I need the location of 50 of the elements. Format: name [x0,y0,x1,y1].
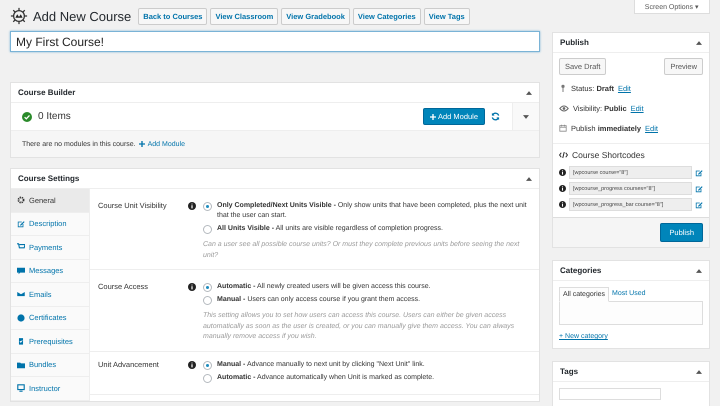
box-title: Course Settings [18,174,80,183]
gear-icon [17,196,25,204]
page-title: Add New Course [33,8,132,24]
info-icon[interactable] [188,202,196,210]
collapse-icon[interactable] [526,176,532,180]
box-title: Course Builder [18,88,76,97]
radio-button[interactable] [203,283,212,292]
info-icon[interactable] [559,185,566,192]
check-circle-icon [22,112,32,122]
plus-icon [138,141,145,147]
radio-button[interactable] [203,296,212,305]
radio-button[interactable] [203,374,212,382]
cart-icon [17,243,25,252]
info-icon[interactable] [188,360,196,368]
circle-icon [17,314,25,322]
envelope-icon [17,290,25,298]
calendar-icon [559,124,567,132]
info-icon[interactable] [559,201,566,208]
title-input[interactable]: My First Course! [10,31,540,52]
collapse-icon[interactable] [696,370,702,374]
section-title: Course Shortcodes [572,150,645,160]
item-count: 0 Items [38,111,71,122]
speech-bubble-icon [17,266,25,275]
refresh-icon[interactable] [491,112,500,121]
monitor-icon [17,384,25,392]
tag-input-field[interactable] [559,388,661,400]
code-icon [559,151,568,159]
clipboard-icon [17,337,25,346]
box-title: Publish [560,38,589,47]
radio-button[interactable] [203,360,212,370]
radio-button[interactable] [203,225,212,234]
edit-icon[interactable] [695,200,703,208]
edit-icon[interactable] [695,184,703,192]
collapse-icon[interactable] [696,268,702,272]
plus-icon [430,114,436,120]
eye-icon [559,104,569,112]
info-icon[interactable] [188,283,196,291]
caret-icon [523,114,529,118]
info-icon[interactable] [559,169,566,176]
edit-icon [17,220,25,228]
box-title: Categories [560,266,602,275]
box-title: Tags [560,367,578,376]
pin-icon [559,84,567,92]
collapse-icon[interactable] [696,40,702,44]
dropdown-toggle[interactable] [512,103,539,130]
gear-logo-icon [10,7,28,25]
radio-button[interactable] [203,202,212,211]
folder-icon [17,360,25,369]
collapse-icon[interactable] [526,90,532,94]
edit-icon[interactable] [695,168,703,176]
